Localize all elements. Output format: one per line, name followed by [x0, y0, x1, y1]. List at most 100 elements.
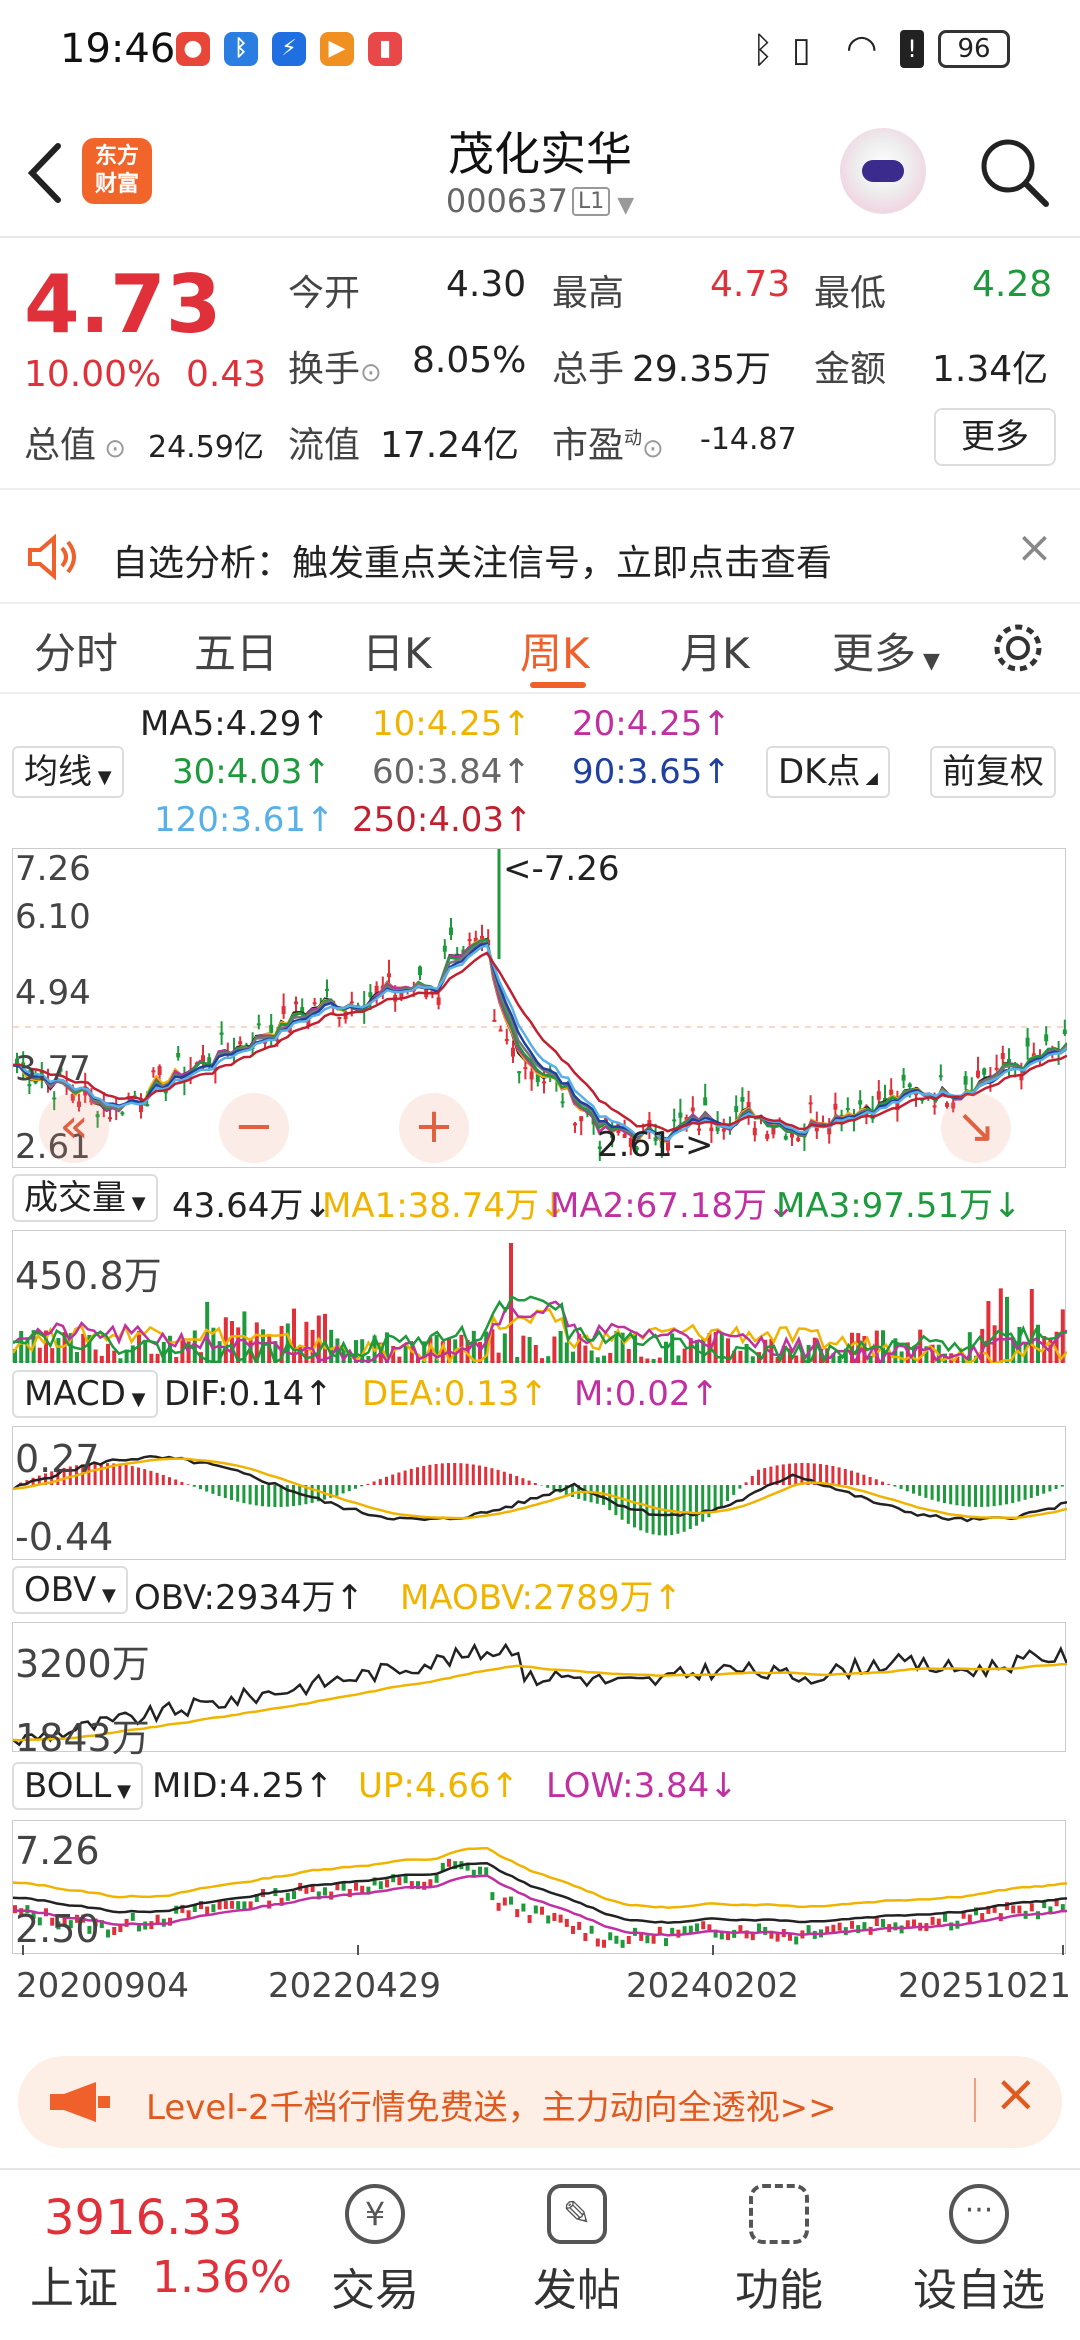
boll-mid: MID:4.25↑: [152, 1766, 334, 1806]
tab-five-day[interactable]: 五日: [194, 620, 278, 681]
tab-more[interactable]: 更多 ▼: [832, 620, 940, 681]
mktcap-label[interactable]: 总值 ⊙: [24, 416, 126, 468]
amount-label: 金额: [814, 349, 887, 390]
tab-weekly-k[interactable]: 周K: [520, 620, 590, 681]
gear-icon[interactable]: [990, 620, 1046, 676]
boll-candle: [385, 1879, 389, 1888]
macd-chart[interactable]: 0.27 -0.44: [12, 1426, 1067, 1560]
index-value[interactable]: 3916.33: [44, 2190, 243, 2246]
analysis-notice[interactable]: 自选分析：触发重点关注信号，立即点击查看 ×: [0, 510, 1080, 604]
boll-candle: [527, 1914, 532, 1923]
macd-bar: [527, 1480, 531, 1485]
candle-body: [312, 1002, 317, 1005]
candle-body: [368, 992, 373, 997]
boll-select[interactable]: BOLL ▼: [12, 1762, 143, 1810]
boll-candle: [651, 1935, 656, 1944]
search-icon[interactable]: [976, 134, 1052, 210]
zoom-out-icon[interactable]: −: [219, 1093, 289, 1163]
boll-candle: [577, 1921, 582, 1930]
more-quote-button[interactable]: 更多: [934, 408, 1056, 466]
boll-candle: [292, 1891, 296, 1900]
boll-candle: [447, 1858, 451, 1867]
boll-candle: [602, 1939, 606, 1948]
volume-select[interactable]: 成交量 ▼: [12, 1174, 158, 1222]
close-notice-icon[interactable]: ×: [1016, 522, 1053, 573]
volume-bar: [174, 1356, 179, 1363]
candle-body: [765, 1134, 770, 1139]
change-amount: 0.43: [186, 354, 267, 395]
candle-body: [703, 1097, 708, 1106]
macd-bar: [887, 1484, 891, 1485]
scroll-left-icon[interactable]: «: [39, 1093, 109, 1163]
kline-chart[interactable]: 7.26 6.10 4.94 3.77 2.61 <-7.26 2.61-> «…: [12, 848, 1067, 1168]
tab-monthly-k[interactable]: 月K: [680, 620, 750, 681]
post-button[interactable]: ✎ 发帖: [502, 2170, 652, 2318]
macd-bar: [230, 1485, 233, 1500]
boll-candle: [1029, 1903, 1034, 1912]
candle-body: [517, 1071, 522, 1074]
macd-bar: [180, 1481, 184, 1485]
macd-bar: [955, 1485, 959, 1506]
macd-bar: [267, 1485, 271, 1507]
turnover-label[interactable]: 换手⊙: [288, 340, 382, 392]
macd-bar: [967, 1485, 971, 1507]
volume-bar: [546, 1356, 551, 1363]
close-ad-icon[interactable]: ×: [994, 2064, 1038, 2124]
tab-daily-k[interactable]: 日K: [362, 620, 432, 681]
macd-bar: [831, 1466, 835, 1485]
level-badge: L1: [571, 187, 611, 216]
macd-bar: [478, 1465, 481, 1485]
volume-bar: [682, 1348, 687, 1363]
candle-body: [523, 1067, 528, 1070]
ma30-value: 30:4.03↑: [172, 752, 331, 792]
last-price: 4.73: [24, 258, 222, 351]
boll-candle: [490, 1892, 495, 1901]
boll-bottom: 2.50: [15, 1907, 100, 1951]
macd-bar: [143, 1469, 147, 1485]
status-time: 19:46: [60, 26, 176, 72]
pe-label[interactable]: 市盈动⊙: [552, 416, 664, 468]
macd-bar: [533, 1482, 537, 1485]
candle-body: [740, 1097, 745, 1102]
volume-chart[interactable]: 450.8万: [12, 1230, 1067, 1363]
boll-chart[interactable]: 7.26 2.50: [12, 1820, 1067, 1955]
macd-bar: [924, 1485, 928, 1498]
open-label: 今开: [288, 273, 361, 314]
macd-bar: [186, 1484, 190, 1485]
assistant-avatar-icon[interactable]: [840, 128, 926, 214]
macd-select[interactable]: MACD ▼: [12, 1370, 158, 1418]
boll-candle: [552, 1912, 557, 1921]
macd-bar: [242, 1485, 246, 1504]
macd-bar: [273, 1485, 277, 1507]
scroll-right-icon[interactable]: ↘: [941, 1093, 1011, 1163]
ma250-line: [13, 951, 1067, 1133]
trade-button[interactable]: ¥ 交易: [300, 2170, 450, 2318]
speaker-icon: [28, 534, 76, 580]
boll-candle: [186, 1910, 191, 1919]
fq-button[interactable]: 前复权: [930, 746, 1056, 798]
alert-icon: !: [900, 30, 924, 68]
macd-bar: [490, 1468, 494, 1485]
low-label: 最低: [814, 273, 887, 314]
boll-candle: [775, 1933, 780, 1942]
macd-bar: [168, 1477, 171, 1485]
ma-select[interactable]: 均线 ▼: [12, 746, 124, 798]
boll-candle: [1017, 1905, 1022, 1914]
dk-point-button[interactable]: DK点 ◢: [766, 746, 890, 798]
zoom-in-icon[interactable]: +: [399, 1093, 469, 1163]
obv-chart[interactable]: 3200万 1843万: [12, 1622, 1067, 1760]
tab-intraday[interactable]: 分时: [34, 620, 118, 681]
volume-bar: [552, 1336, 557, 1363]
float-value: 17.24亿: [380, 425, 520, 466]
volume-svg: [13, 1243, 1067, 1363]
obv-select[interactable]: OBV ▼: [12, 1566, 128, 1614]
macd-bar: [397, 1472, 401, 1485]
macd-bar: [261, 1485, 264, 1507]
add-watchlist-button[interactable]: ··· 设自选: [904, 2170, 1054, 2318]
level2-ad-banner[interactable]: Level-2千档行情免费送，主力动向全透视>> ×: [18, 2056, 1062, 2148]
candle-body: [796, 1137, 801, 1141]
macd-bar: [447, 1463, 450, 1485]
functions-button[interactable]: 功能: [704, 2170, 854, 2318]
macd-bar: [254, 1485, 258, 1506]
volume-bar: [50, 1348, 55, 1363]
